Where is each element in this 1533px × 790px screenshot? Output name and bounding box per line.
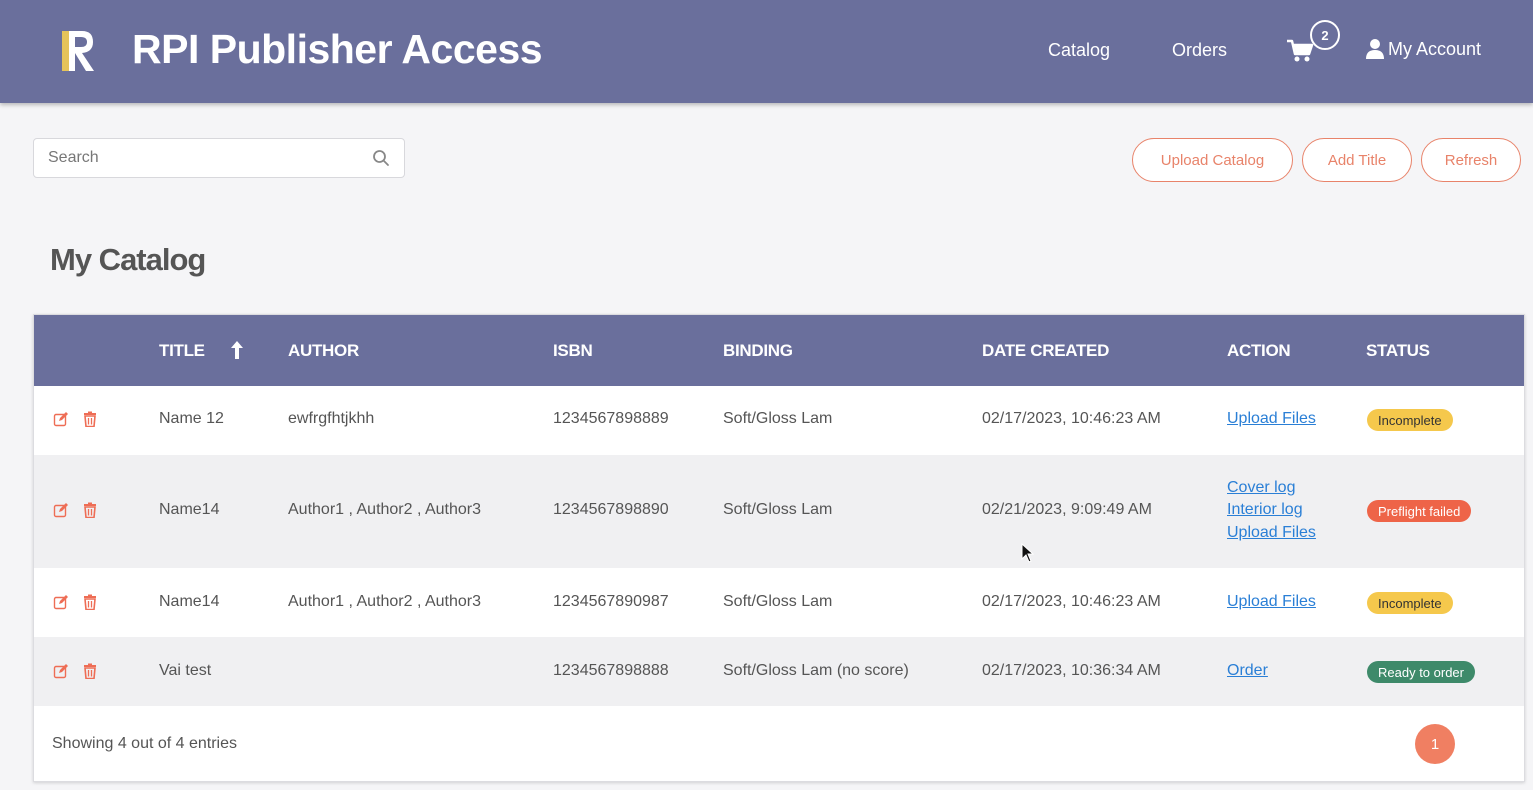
cell-date-created: 02/17/2023, 10:46:23 AM xyxy=(982,593,1161,610)
my-account-menu[interactable]: My Account xyxy=(1366,38,1481,60)
cart-count-badge[interactable]: 2 xyxy=(1310,20,1340,50)
cell-author: Author1 , Author2 , Author3 xyxy=(288,501,482,518)
cart-icon[interactable] xyxy=(1286,38,1314,64)
column-header-status[interactable]: STATUS xyxy=(1366,341,1430,361)
upload-catalog-button[interactable]: Upload Catalog xyxy=(1132,138,1293,182)
cell-isbn: 1234567898890 xyxy=(553,501,669,518)
my-account-label: My Account xyxy=(1388,38,1482,59)
cell-isbn: 1234567898889 xyxy=(553,410,669,427)
nav-orders-link[interactable]: Orders xyxy=(1172,40,1227,61)
cell-binding: Soft/Gloss Lam xyxy=(723,501,833,518)
upload-files-link[interactable]: Upload Files xyxy=(1227,410,1316,428)
edit-icon[interactable] xyxy=(53,502,69,518)
column-header-date-created[interactable]: DATE CREATED xyxy=(982,341,1109,361)
pagination-page-button[interactable]: 1 xyxy=(1415,724,1455,764)
catalog-table: TITLE AUTHOR ISBN BINDING DATE CREATED A… xyxy=(33,314,1525,782)
app-title: RPI Publisher Access xyxy=(132,26,543,72)
status-badge: Incomplete xyxy=(1367,409,1453,431)
cell-author: Author1 , Author2 , Author3 xyxy=(288,593,482,610)
trash-icon[interactable] xyxy=(82,411,98,427)
cell-author: ewfrgfhtjkhh xyxy=(288,410,375,427)
trash-icon[interactable] xyxy=(82,502,98,518)
cell-title: Vai test xyxy=(159,662,212,679)
order-link[interactable]: Order xyxy=(1227,662,1268,680)
status-badge: Incomplete xyxy=(1367,592,1453,614)
cell-title: Name14 xyxy=(159,593,220,610)
column-header-isbn[interactable]: ISBN xyxy=(553,341,593,361)
table-row: Name14 Author1 , Author2 , Author3 12345… xyxy=(34,568,1524,637)
table-row: Name14 Author1 , Author2 , Author3 12345… xyxy=(34,455,1524,568)
edit-icon[interactable] xyxy=(53,594,69,610)
status-badge: Preflight failed xyxy=(1367,500,1472,522)
search-field[interactable] xyxy=(33,138,405,178)
cell-binding: Soft/Gloss Lam xyxy=(723,593,833,610)
column-header-action: ACTION xyxy=(1227,341,1291,360)
entries-count: Showing 4 out of 4 entries xyxy=(52,735,238,752)
logo-r-icon[interactable] xyxy=(58,26,98,76)
column-header-author[interactable]: AUTHOR xyxy=(288,341,359,361)
cell-isbn: 1234567890987 xyxy=(553,593,669,610)
cell-date-created: 02/17/2023, 10:46:23 AM xyxy=(982,410,1161,427)
cover-log-link[interactable]: Cover log xyxy=(1227,479,1295,497)
column-header-title[interactable]: TITLE xyxy=(159,341,205,361)
edit-icon[interactable] xyxy=(53,411,69,427)
cell-binding: Soft/Gloss Lam xyxy=(723,410,833,427)
sort-arrow-up-icon[interactable] xyxy=(230,340,244,360)
interior-log-link[interactable]: Interior log xyxy=(1227,501,1303,519)
user-icon xyxy=(1366,39,1384,59)
trash-icon[interactable] xyxy=(82,594,98,610)
edit-icon[interactable] xyxy=(53,663,69,679)
cell-isbn: 1234567898888 xyxy=(553,662,669,679)
cell-date-created: 02/21/2023, 9:09:49 AM xyxy=(982,501,1152,518)
upload-files-link[interactable]: Upload Files xyxy=(1227,524,1316,542)
nav-catalog-link[interactable]: Catalog xyxy=(1048,40,1110,61)
search-input[interactable] xyxy=(34,139,364,177)
table-row: Vai test 1234567898888 Soft/Gloss Lam (n… xyxy=(34,637,1524,706)
cell-title: Name14 xyxy=(159,501,220,518)
column-header-binding[interactable]: BINDING xyxy=(723,341,793,361)
table-row: Name 12 ewfrgfhtjkhh 1234567898889 Soft/… xyxy=(34,386,1524,455)
upload-files-link[interactable]: Upload Files xyxy=(1227,593,1316,611)
search-icon[interactable] xyxy=(372,149,390,167)
table-header: TITLE AUTHOR ISBN BINDING DATE CREATED A… xyxy=(34,315,1524,386)
cell-date-created: 02/17/2023, 10:36:34 AM xyxy=(982,662,1161,679)
page-title: My Catalog xyxy=(50,242,206,277)
trash-icon[interactable] xyxy=(82,663,98,679)
cell-title: Name 12 xyxy=(159,410,224,427)
cell-binding: Soft/Gloss Lam (no score) xyxy=(723,662,909,679)
add-title-button[interactable]: Add Title xyxy=(1302,138,1412,182)
status-badge: Ready to order xyxy=(1367,661,1475,683)
mouse-cursor-icon xyxy=(1021,543,1035,563)
refresh-button[interactable]: Refresh xyxy=(1421,138,1521,182)
top-navigation-bar: RPI Publisher Access Catalog Orders 2 My… xyxy=(0,0,1533,103)
